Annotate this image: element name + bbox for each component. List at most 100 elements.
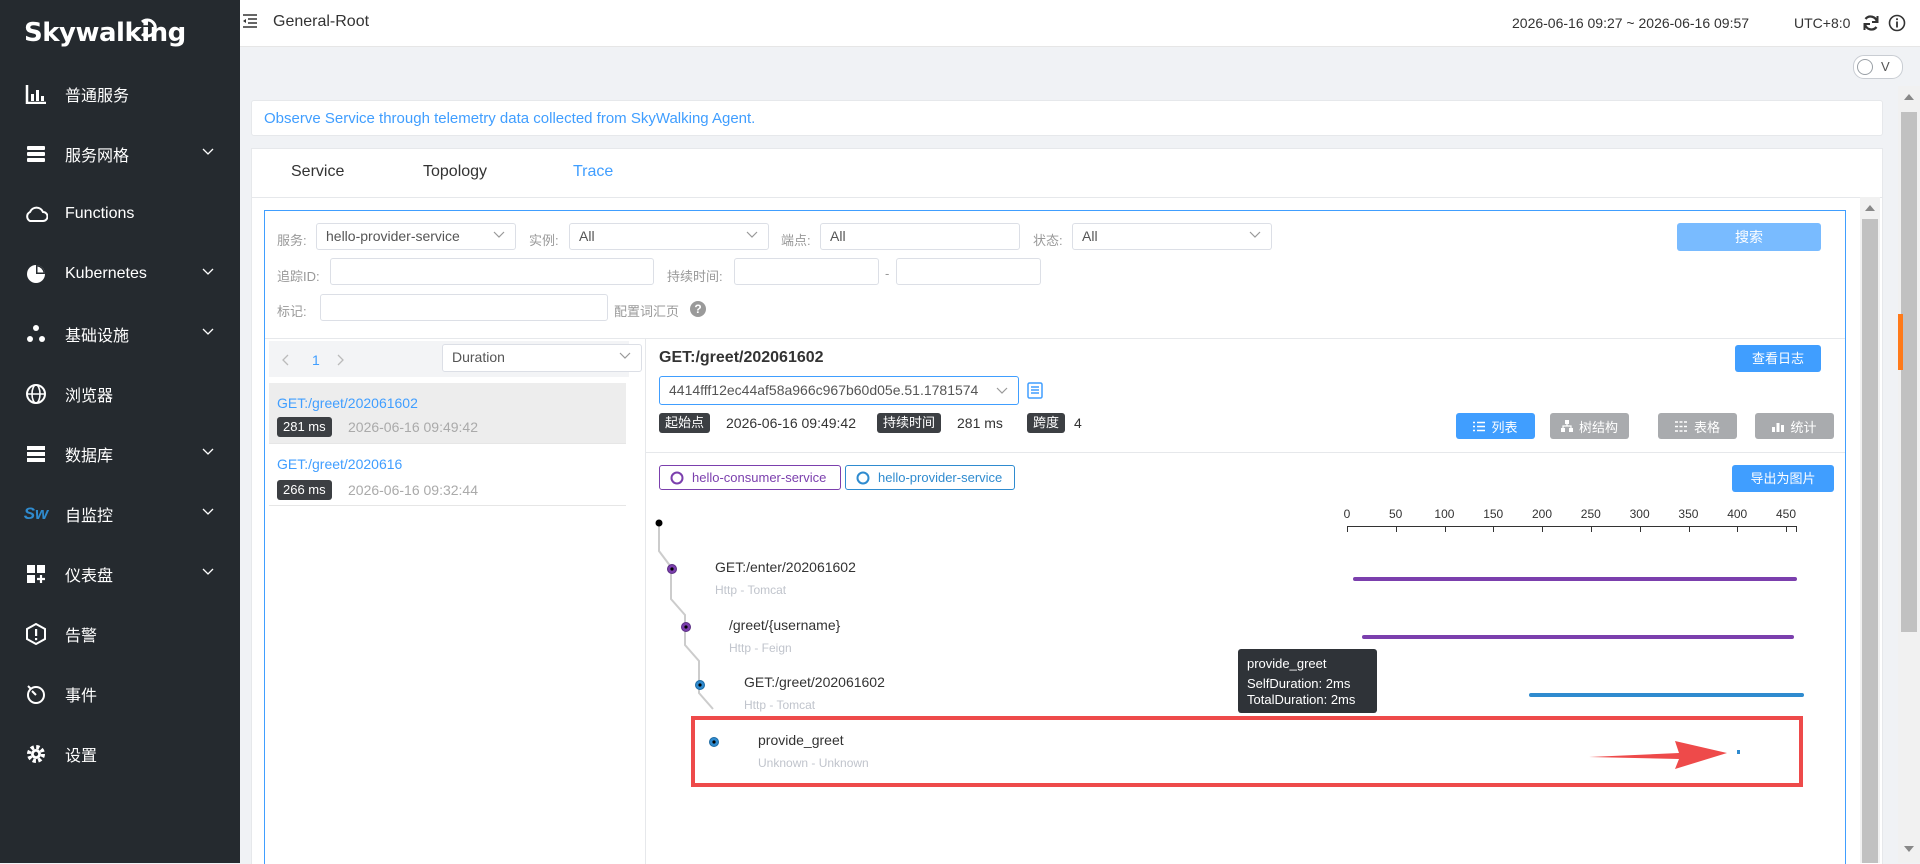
axis-tick-label: 300 <box>1629 507 1650 521</box>
top-header: General-Root 2026-06-16 09:27 ~ 2026-06-… <box>240 0 1920 47</box>
export-image-button[interactable]: 导出为图片 <box>1732 465 1834 492</box>
service-legend-consumer[interactable]: hello-consumer-service <box>659 465 841 490</box>
list-icon <box>1473 421 1486 431</box>
view-tree-button[interactable]: 树结构 <box>1550 413 1629 439</box>
prev-page-icon[interactable] <box>281 354 289 366</box>
sidebar-item-functions[interactable]: Functions <box>0 184 240 244</box>
axis-tick-mark <box>1542 526 1544 532</box>
sidebar-item-alerts[interactable]: 告警 <box>0 604 240 664</box>
tags-input[interactable] <box>320 294 608 321</box>
help-icon[interactable]: ? <box>690 301 706 317</box>
tab-topology[interactable]: Topology <box>423 163 487 181</box>
span-bar[interactable] <box>1353 577 1797 581</box>
axis-tick-label: 400 <box>1727 507 1748 521</box>
toggle-label: V <box>1881 59 1890 74</box>
tooltip-title: provide_greet <box>1247 656 1327 671</box>
sidebar-item-browser[interactable]: 浏览器 <box>0 364 240 424</box>
span-title[interactable]: GET:/enter/202061602 <box>715 559 856 575</box>
sidebar-item-kubernetes[interactable]: Kubernetes <box>0 244 240 304</box>
table-icon <box>1674 420 1688 432</box>
status-value: All <box>1082 228 1098 244</box>
scroll-up-icon[interactable] <box>1904 94 1914 100</box>
timezone-label: UTC+8:0 <box>1794 15 1851 31</box>
endpoint-value: All <box>830 228 846 244</box>
span-node <box>695 680 705 690</box>
sidebar-item-infrastructure[interactable]: 基础设施 <box>0 304 240 364</box>
gear-icon <box>24 742 48 766</box>
span-title[interactable]: /greet/{username} <box>729 617 840 633</box>
refresh-icon[interactable] <box>1862 14 1880 32</box>
status-select[interactable]: All <box>1072 223 1272 250</box>
axis-tick-label: 450 <box>1776 507 1797 521</box>
sidebar-item-label: 浏览器 <box>65 388 114 405</box>
start-time-tag: 起始点 <box>659 413 711 433</box>
info-icon[interactable] <box>1888 14 1906 32</box>
next-page-icon[interactable] <box>337 354 345 366</box>
inner-scrollbar[interactable] <box>1860 197 1880 863</box>
sidebar-item-label: 设置 <box>65 748 98 765</box>
span-bar[interactable] <box>1529 693 1804 697</box>
sidebar-item-service-mesh[interactable]: 服务网格 <box>0 124 240 184</box>
instance-select[interactable]: All <box>569 223 769 250</box>
tab-trace[interactable]: Trace <box>573 163 613 181</box>
sidebar-item-settings[interactable]: 设置 <box>0 724 240 784</box>
sidebar-item-self-observability[interactable]: Sw 自监控 <box>0 484 240 544</box>
axis-tick-mark <box>1639 526 1641 532</box>
page-title: General-Root <box>273 13 370 30</box>
scroll-position-marker <box>1898 314 1903 370</box>
chevron-down-icon <box>493 231 505 238</box>
service-legend-label: hello-provider-service <box>878 470 1003 485</box>
list-item[interactable]: GET:/greet/2020616 266 ms 2026-06-16 09:… <box>269 445 626 506</box>
axis-tick-label: 100 <box>1434 507 1455 521</box>
chevron-down-icon <box>202 448 214 455</box>
view-table-button[interactable]: 表格 <box>1658 413 1737 439</box>
list-item-name[interactable]: GET:/greet/2020616 <box>277 456 402 472</box>
sidebar-item-general-service[interactable]: 普通服务 <box>0 64 240 124</box>
page-scrollbar[interactable] <box>1898 86 1920 863</box>
endpoint-input[interactable]: All <box>820 223 1020 250</box>
sidebar-item-database[interactable]: 数据库 <box>0 424 240 484</box>
view-stats-button[interactable]: 统计 <box>1755 413 1834 439</box>
time-range[interactable]: 2026-06-16 09:27 ~ 2026-06-16 09:57 <box>1512 15 1749 31</box>
span-bar[interactable] <box>1362 635 1794 639</box>
service-select[interactable]: hello-provider-service <box>316 223 516 250</box>
inner-scrollbar-thumb[interactable] <box>1862 219 1878 863</box>
menu-collapse-icon[interactable] <box>242 13 258 29</box>
duration-min-input[interactable] <box>734 258 879 285</box>
trace-id-value: 4414fff12ec44af58a966c967b60d05e.51.1781… <box>669 382 979 398</box>
list-item[interactable]: GET:/greet/202061602 281 ms 2026-06-16 0… <box>269 383 626 444</box>
tab-service[interactable]: Service <box>291 163 344 181</box>
chevron-down-icon <box>202 508 214 515</box>
scroll-up-icon[interactable] <box>1865 205 1875 211</box>
view-list-button[interactable]: 列表 <box>1456 413 1535 439</box>
sort-select[interactable]: Duration <box>442 344 642 372</box>
span-title[interactable]: GET:/greet/202061602 <box>744 674 885 690</box>
view-mode-toggle[interactable]: V <box>1853 55 1903 79</box>
axis-tick-mark <box>1737 526 1739 532</box>
sidebar: Skywalking 普通服务 服务网格 Functions Kubernete… <box>0 0 240 863</box>
endpoint-label: 端点: <box>781 233 811 248</box>
list-item-name[interactable]: GET:/greet/202061602 <box>277 395 418 411</box>
sidebar-item-events[interactable]: 事件 <box>0 664 240 724</box>
service-legend-provider[interactable]: hello-provider-service <box>845 465 1015 490</box>
trace-id-input[interactable] <box>330 258 654 285</box>
info-banner: Observe Service through telemetry data c… <box>251 100 1883 136</box>
scroll-down-icon[interactable] <box>1904 846 1914 852</box>
page-number[interactable]: 1 <box>312 352 320 368</box>
duration-badge: 281 ms <box>277 417 332 437</box>
page-scrollbar-thumb[interactable] <box>1901 112 1917 632</box>
axis-tick-mark <box>1796 526 1797 532</box>
duration-max-input[interactable] <box>896 258 1041 285</box>
span-subtitle: Http - Tomcat <box>744 698 816 712</box>
view-logs-button[interactable]: 查看日志 <box>1735 345 1821 372</box>
span-subtitle: Http - Feign <box>729 641 792 655</box>
sidebar-item-dashboard[interactable]: 仪表盘 <box>0 544 240 604</box>
axis-tick-label: 0 <box>1343 507 1351 521</box>
search-button[interactable]: 搜索 <box>1677 223 1821 251</box>
time-axis-line <box>1347 526 1796 527</box>
copy-icon[interactable] <box>1027 382 1043 399</box>
trace-id-select[interactable]: 4414fff12ec44af58a966c967b60d05e.51.1781… <box>659 376 1019 405</box>
chevron-down-icon <box>202 328 214 335</box>
tags-vocabulary-link[interactable]: 配置词汇页 <box>614 301 679 320</box>
service-legend-label: hello-consumer-service <box>692 470 827 485</box>
